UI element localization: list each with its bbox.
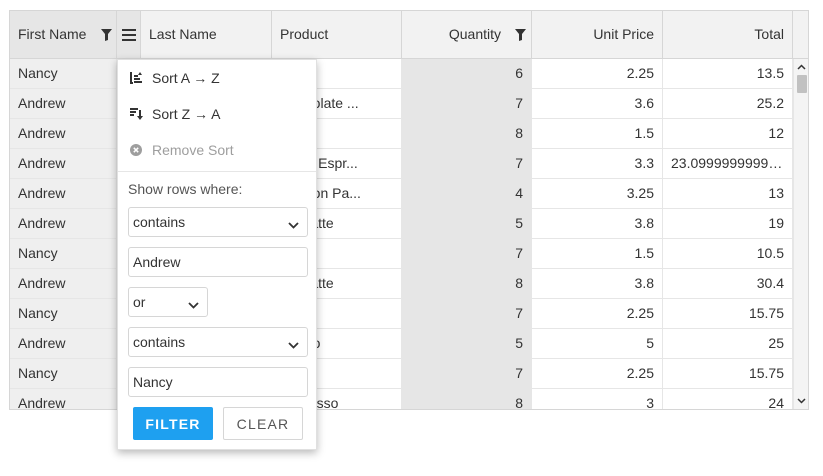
- cell-total[interactable]: 23.09999999999...: [663, 149, 793, 178]
- value1-input[interactable]: Andrew: [128, 247, 308, 277]
- header-total-label: Total: [754, 26, 784, 42]
- chevron-down-icon: [288, 336, 299, 352]
- scroll-down-icon[interactable]: [794, 394, 808, 408]
- header-product-label: Product: [280, 26, 329, 42]
- cell-price[interactable]: 1.5: [532, 119, 663, 148]
- sort-desc-item[interactable]: Sort Z → A: [118, 96, 316, 132]
- remove-circle-icon: [129, 143, 143, 157]
- scroll-up-icon[interactable]: [794, 60, 808, 74]
- chevron-down-icon: [288, 216, 299, 232]
- cell-first[interactable]: Andrew: [10, 389, 117, 409]
- cell-first[interactable]: Andrew: [10, 209, 117, 238]
- cell-qty[interactable]: 8: [402, 119, 532, 148]
- header-filler: [793, 11, 808, 59]
- remove-sort-item[interactable]: Remove Sort: [118, 132, 316, 168]
- filter-icon[interactable]: [98, 11, 114, 58]
- cell-qty[interactable]: 5: [402, 329, 532, 358]
- operator-select[interactable]: or: [128, 287, 208, 317]
- cell-price[interactable]: 2.25: [532, 299, 663, 328]
- cell-qty[interactable]: 7: [402, 89, 532, 118]
- cell-total[interactable]: 30.4: [663, 269, 793, 298]
- operator-value: or: [133, 294, 146, 310]
- condition1-select[interactable]: contains: [128, 207, 308, 237]
- cell-first[interactable]: Andrew: [10, 269, 117, 298]
- cell-price[interactable]: 3.3: [532, 149, 663, 178]
- chevron-down-icon: [188, 296, 199, 312]
- filter-icon[interactable]: [512, 11, 528, 58]
- column-filter-menu: Sort A → Z Sort Z → A Remove Sort Show r…: [117, 59, 317, 450]
- cell-price[interactable]: 3.25: [532, 179, 663, 208]
- cell-price[interactable]: 3.6: [532, 89, 663, 118]
- cell-first[interactable]: Nancy: [10, 59, 117, 88]
- cell-qty[interactable]: 8: [402, 269, 532, 298]
- cell-qty[interactable]: 6: [402, 59, 532, 88]
- cell-qty[interactable]: 8: [402, 389, 532, 409]
- value2-input[interactable]: Nancy: [128, 367, 308, 397]
- sort-desc-label: Sort Z → A: [152, 106, 221, 122]
- cell-first[interactable]: Andrew: [10, 119, 117, 148]
- sort-asc-item[interactable]: Sort A → Z: [118, 60, 316, 96]
- cell-first[interactable]: Nancy: [10, 299, 117, 328]
- condition2-select[interactable]: contains: [128, 327, 308, 357]
- sort-desc-icon: [129, 107, 143, 121]
- header-total[interactable]: Total: [663, 11, 793, 58]
- remove-sort-label: Remove Sort: [152, 142, 234, 158]
- cell-first[interactable]: Andrew: [10, 149, 117, 178]
- cell-price[interactable]: 2.25: [532, 359, 663, 388]
- cell-price[interactable]: 1.5: [532, 239, 663, 268]
- cell-qty[interactable]: 4: [402, 179, 532, 208]
- cell-qty[interactable]: 7: [402, 359, 532, 388]
- hamburger-menu-icon[interactable]: [120, 11, 138, 58]
- cell-price[interactable]: 3.8: [532, 209, 663, 238]
- cell-first[interactable]: Andrew: [10, 329, 117, 358]
- cell-total[interactable]: 19: [663, 209, 793, 238]
- cell-total[interactable]: 25.2: [663, 89, 793, 118]
- cell-total[interactable]: 15.75: [663, 299, 793, 328]
- cell-price[interactable]: 3: [532, 389, 663, 409]
- cell-price[interactable]: 5: [532, 329, 663, 358]
- clear-button[interactable]: CLEAR: [223, 407, 303, 440]
- menu-separator: [118, 171, 316, 172]
- cell-qty[interactable]: 7: [402, 239, 532, 268]
- cell-first[interactable]: Andrew: [10, 89, 117, 118]
- cell-qty[interactable]: 5: [402, 209, 532, 238]
- scrollbar-thumb[interactable]: [797, 75, 807, 93]
- cell-first[interactable]: Nancy: [10, 359, 117, 388]
- header-last-name[interactable]: Last Name: [141, 11, 272, 58]
- grid-header: First Name Last Name Product Quantity Un…: [10, 11, 793, 59]
- show-rows-label: Show rows where:: [128, 181, 243, 197]
- header-product[interactable]: Product: [272, 11, 402, 58]
- cell-total[interactable]: 13: [663, 179, 793, 208]
- cell-price[interactable]: 2.25: [532, 59, 663, 88]
- cell-total[interactable]: 15.75: [663, 359, 793, 388]
- header-quantity-label: Quantity: [448, 26, 501, 42]
- header-unit-price[interactable]: Unit Price: [532, 11, 663, 58]
- condition2-value: contains: [133, 334, 186, 350]
- cell-price[interactable]: 3.8: [532, 269, 663, 298]
- header-first-name-label: First Name: [18, 26, 87, 42]
- sort-asc-icon: [129, 71, 143, 85]
- cell-total[interactable]: 24: [663, 389, 793, 409]
- cell-qty[interactable]: 7: [402, 299, 532, 328]
- filter-button[interactable]: FILTER: [133, 407, 213, 440]
- cell-total[interactable]: 10.5: [663, 239, 793, 268]
- cell-first[interactable]: Nancy: [10, 239, 117, 268]
- cell-total[interactable]: 12: [663, 119, 793, 148]
- condition1-value: contains: [133, 214, 186, 230]
- header-unit-price-label: Unit Price: [593, 26, 654, 42]
- header-last-name-label: Last Name: [149, 26, 217, 42]
- cell-total[interactable]: 25: [663, 329, 793, 358]
- sort-asc-label: Sort A → Z: [152, 70, 220, 86]
- cell-total[interactable]: 13.5: [663, 59, 793, 88]
- cell-qty[interactable]: 7: [402, 149, 532, 178]
- cell-first[interactable]: Andrew: [10, 179, 117, 208]
- vertical-scrollbar[interactable]: [793, 59, 808, 409]
